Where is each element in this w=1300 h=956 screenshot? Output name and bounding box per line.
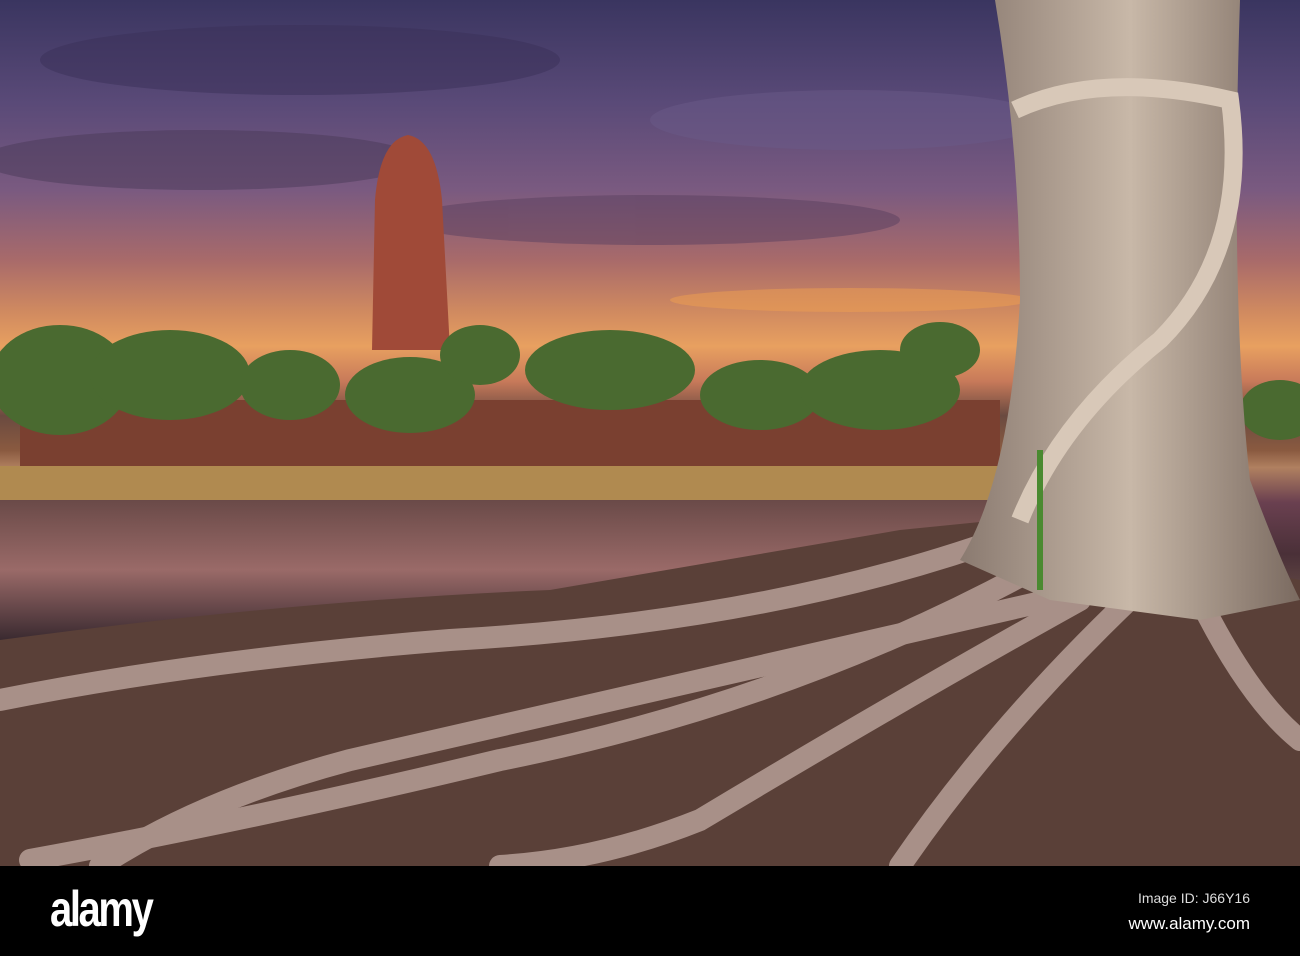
grass-bank (0, 466, 1000, 502)
image-id: Image ID: J66Y16 (1137, 890, 1250, 906)
clouds (0, 25, 1050, 312)
website-link[interactable]: www.alamy.com (1128, 914, 1250, 934)
stock-photo (0, 0, 1300, 866)
photo-scene (0, 0, 1300, 866)
alamy-logo[interactable]: alamy (50, 880, 154, 938)
temple-prang (372, 135, 450, 350)
watermark-footer: alamy Image ID: J66Y16 www.alamy.com (0, 866, 1300, 956)
